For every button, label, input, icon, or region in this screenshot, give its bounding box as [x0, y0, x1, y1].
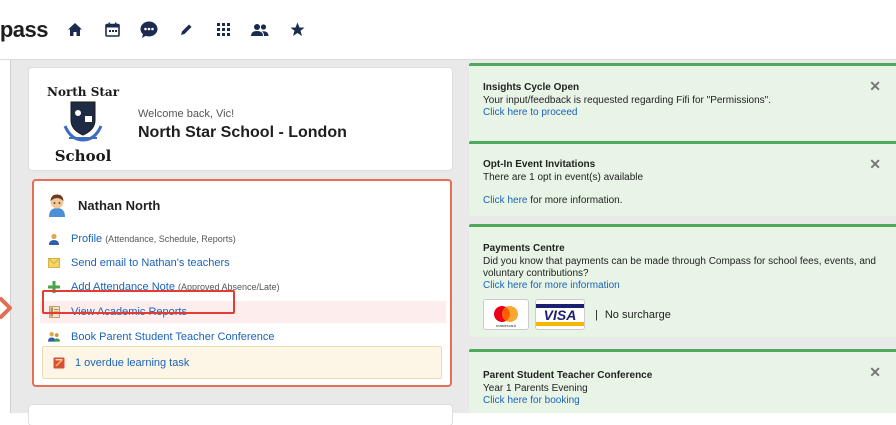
logo-bottom-text: School	[55, 147, 112, 165]
next-card-stub	[29, 405, 452, 425]
mastercard-label: mastercard	[495, 323, 516, 328]
overdue-task-label: 1 overdue learning task	[75, 356, 190, 369]
school-card: North Star School Welcome back, Vic! Nor…	[29, 68, 452, 170]
optin-notice: Opt-In Event Invitations There are 1 opt…	[469, 141, 896, 216]
book-conference-link[interactable]: Book Parent Student Teacher Conference	[40, 326, 446, 348]
profile-link-label: Profile	[71, 233, 103, 245]
close-icon[interactable]: ✕	[869, 156, 881, 173]
insights-notice: Insights Cycle Open Your input/feedback …	[469, 63, 896, 140]
insights-link[interactable]: Click here to proceed	[483, 107, 896, 118]
people-icon[interactable]	[250, 20, 270, 40]
payments-title: Payments Centre	[483, 243, 565, 254]
conference-icon	[48, 331, 60, 343]
student-header: Nathan North	[46, 193, 160, 217]
school-logo: North Star School	[41, 80, 125, 166]
payment-separator: |	[595, 308, 598, 321]
optin-more: Click here for more information.	[483, 195, 896, 207]
chat-icon[interactable]	[139, 20, 159, 40]
payments-notice: Payments Centre Did you know that paymen…	[469, 224, 896, 337]
optin-body: There are 1 opt in event(s) available	[483, 172, 644, 183]
student-name: Nathan North	[78, 197, 161, 213]
top-navigation-bar: pass	[0, 0, 896, 60]
conference-link[interactable]: Click here for booking	[483, 395, 896, 406]
envelope-icon	[48, 257, 60, 269]
conference-title: Parent Student Teacher Conference	[483, 370, 653, 381]
student-card: Nathan North Profile (Attendance, Schedu…	[32, 179, 452, 387]
calendar-icon[interactable]	[102, 20, 122, 40]
welcome-message: Welcome back, Vic!	[138, 108, 235, 120]
close-icon[interactable]: ✕	[869, 364, 881, 381]
brand-logo-text[interactable]: pass	[0, 17, 48, 43]
payments-body: Did you know that payments can be made t…	[483, 256, 876, 279]
pencil-icon[interactable]	[176, 20, 196, 40]
school-name: North Star School - London	[138, 124, 347, 141]
profile-icon	[48, 233, 60, 245]
optin-title: Opt-In Event Invitations	[483, 159, 596, 170]
logo-top-text: North Star	[47, 85, 120, 99]
profile-link-sub: (Attendance, Schedule, Reports)	[105, 234, 236, 244]
conference-body: Year 1 Parents Evening	[483, 383, 588, 394]
email-teachers-link[interactable]: Send email to Nathan's teachers	[40, 252, 446, 274]
no-surcharge-text: No surcharge	[604, 308, 671, 321]
close-icon[interactable]: ✕	[869, 78, 881, 95]
insights-body: Your input/feedback is requested regardi…	[483, 95, 771, 106]
attendance-note-label: Add Attendance Note	[71, 281, 175, 293]
home-icon[interactable]	[65, 20, 85, 40]
report-icon	[48, 306, 60, 318]
overdue-task-notice[interactable]: 1 overdue learning task	[42, 346, 442, 379]
email-teachers-label: Send email to Nathan's teachers	[71, 257, 230, 269]
dashboard-content: North Star School Welcome back, Vic! Nor…	[10, 60, 896, 425]
visa-logo: VISA	[535, 299, 585, 330]
grid-icon[interactable]	[213, 20, 233, 40]
plus-icon	[48, 281, 60, 293]
optin-link[interactable]: Click here	[483, 195, 527, 206]
book-conference-label: Book Parent Student Teacher Conference	[71, 331, 275, 343]
view-academic-reports-label: View Academic Reports	[71, 306, 187, 318]
book-icon	[53, 357, 65, 369]
insights-title: Insights Cycle Open	[483, 82, 580, 93]
view-academic-reports-link[interactable]: View Academic Reports	[40, 301, 446, 323]
mastercard-logo: mastercard	[483, 299, 529, 330]
attendance-note-sub: (Approved Absence/Late)	[177, 282, 280, 292]
star-icon[interactable]	[287, 20, 307, 40]
optin-link-suffix: for more information.	[527, 195, 623, 206]
profile-link[interactable]: Profile (Attendance, Schedule, Reports)	[40, 228, 446, 250]
conference-notice: Parent Student Teacher Conference Year 1…	[469, 349, 896, 413]
payments-link[interactable]: Click here for more information	[483, 280, 896, 291]
pointer-arrow-icon	[0, 297, 12, 319]
attendance-note-link[interactable]: Add Attendance Note (Approved Absence/La…	[40, 276, 446, 298]
avatar	[49, 194, 65, 217]
visa-label: VISA	[543, 306, 577, 323]
payment-methods: mastercard VISA | No surcharge	[483, 299, 896, 330]
